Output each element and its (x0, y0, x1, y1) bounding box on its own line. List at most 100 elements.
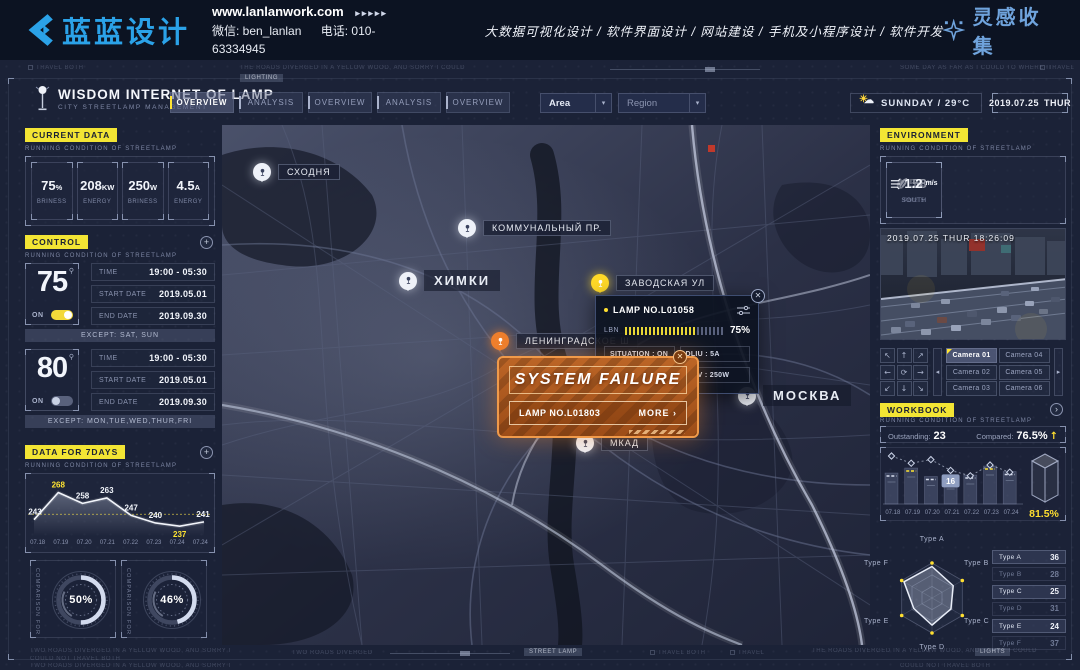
corner-mark (31, 162, 37, 168)
area-dropdown[interactable]: Area ▾ (540, 93, 612, 113)
camera-03-button[interactable]: Camera 03 (946, 381, 997, 396)
map-marker-skhodnya[interactable]: СХОДНЯ (253, 163, 340, 181)
corner-mark (880, 426, 886, 432)
environment-subtitle: RUNNING CONDITION OF STREETLAMP (880, 146, 1032, 152)
lamp-id: LAMP NO.L01058 (613, 305, 737, 315)
camera-05-button[interactable]: Camera 05 (999, 365, 1050, 380)
radar-legend: Type A36 Type B28 Type C25 Type D31 Type… (992, 550, 1066, 654)
site-header: 蓝蓝设计 www.lanlanwork.com ▸▸▸▸▸ 微信: ben_la… (0, 0, 1080, 60)
map-marker-kommunalny[interactable]: КОММУНАЛЬНЫЙ ПР. (458, 219, 611, 237)
x-axis-label: 07.18 (26, 540, 49, 546)
camera-06-button[interactable]: Camera 06 (999, 381, 1050, 396)
brightness-bar[interactable] (625, 327, 724, 335)
camera-04-button[interactable]: Camera 04 (999, 348, 1050, 363)
tab-analysis-2[interactable]: ANALYSIS (377, 92, 441, 113)
data7days-add-button[interactable]: + (200, 446, 213, 459)
pan-down-right-button[interactable]: ↘ (913, 381, 928, 396)
streetlamp-pin-icon[interactable] (253, 163, 271, 181)
region-dropdown[interactable]: Region ▾ (618, 93, 706, 113)
pan-up-left-button[interactable]: ↖ (880, 348, 895, 363)
stat-unit: KW (102, 183, 115, 192)
camera-01-button[interactable]: Camera 01 (946, 348, 997, 363)
dashboard: TRAVEL BOTH THE ROADS DIVERGED IN A YELL… (0, 60, 1080, 670)
workbook-subtitle: RUNNING CONDITION OF STREETLAMP (880, 418, 1032, 424)
legend-label: Type A (999, 554, 1021, 561)
corner-mark (77, 214, 83, 220)
map-marker-zavodskaya[interactable]: ЗАВОДСКАЯ УЛ (591, 274, 714, 292)
corner-mark (8, 654, 14, 660)
radar-vertex-dot (961, 579, 965, 583)
tab-overview-1[interactable]: OVERVIEW (170, 92, 234, 113)
streetlamp-pin-icon[interactable] (491, 332, 509, 350)
chevron-down-icon[interactable]: ▾ (689, 94, 705, 112)
pan-up-right-button[interactable]: ↗ (913, 348, 928, 363)
control-add-button[interactable]: + (200, 236, 213, 249)
camera-view[interactable]: 2019.07.25 THUR 18:26:09 (880, 228, 1066, 340)
legend-row-type-b[interactable]: Type B28 (992, 567, 1066, 581)
pan-up-button[interactable]: ↑ (897, 348, 912, 363)
pan-right-button[interactable]: → (913, 365, 928, 380)
tab-overview-3[interactable]: OVERVIEW (446, 92, 510, 113)
chevron-down-icon[interactable]: ▾ (595, 94, 611, 112)
env-label: SOUTH (901, 197, 926, 204)
data-point-label: 240 (149, 511, 163, 520)
brand-name: 蓝蓝设计 (62, 9, 190, 51)
website-url[interactable]: www.lanlanwork.com (212, 4, 344, 19)
legend-row-type-e[interactable]: Type E24 (992, 619, 1066, 633)
map-marker-khimki[interactable]: ХИМКИ (399, 270, 500, 291)
compared-value: 76.5% (1016, 430, 1047, 442)
region-dropdown-value: Region (619, 98, 689, 109)
radar-vertex-dot (900, 614, 904, 618)
lamp-toggle-off[interactable] (51, 396, 73, 406)
tab-analysis-1[interactable]: ANALYSIS (239, 92, 303, 113)
camera-next-button[interactable]: ▸ (1054, 348, 1063, 396)
close-icon[interactable]: ✕ (673, 350, 687, 364)
camera-prev-button[interactable]: ◂ (933, 348, 942, 396)
lamp-toggle-on[interactable] (51, 310, 73, 320)
stat-label: BRINESS (128, 199, 158, 205)
x-axis-label: 07.21 (96, 540, 119, 546)
workbook-expand-button[interactable]: › (1050, 403, 1063, 416)
current-data-subtitle: RUNNING CONDITION OF STREETLAMP (25, 146, 177, 152)
tab-tick (446, 96, 448, 109)
x-axis-label: 07.19 (49, 540, 72, 546)
legend-row-type-d[interactable]: Type D31 (992, 602, 1066, 616)
sliders-icon[interactable] (737, 306, 750, 315)
streetlamp-pin-icon[interactable] (399, 272, 417, 290)
row-value: 2019.09.30 (159, 397, 207, 407)
star-burst-icon (943, 19, 964, 41)
x-axis-label: 07.24 (189, 540, 212, 546)
camera-02-button[interactable]: Camera 02 (946, 365, 997, 380)
pan-down-left-button[interactable]: ↙ (880, 381, 895, 396)
date-widget: 2019.07.25 THUR (992, 93, 1068, 113)
row-label: START DATE (99, 291, 146, 298)
decor-text: TRAVEL BOTH (28, 65, 84, 71)
data-point-label: 243 (28, 508, 42, 517)
more-button[interactable]: MORE › (639, 408, 678, 418)
tab-bar: OVERVIEW ANALYSIS OVERVIEW ANALYSIS OVER… (170, 92, 510, 113)
corner-mark (73, 319, 79, 325)
decor-text: TWO ROADS DIVERGED IN A YELLOW WOOD, AND… (30, 648, 231, 654)
radar-axis-label: Type C (964, 618, 989, 625)
legend-row-type-c[interactable]: Type C25 (992, 585, 1066, 599)
data-point-label: 241 (196, 510, 210, 519)
corner-mark (1060, 426, 1066, 432)
stat-label: ENERGY (83, 199, 111, 205)
website-link[interactable]: www.lanlanwork.com ▸▸▸▸▸ (212, 2, 439, 22)
pan-down-button[interactable]: ↓ (897, 381, 912, 396)
close-icon[interactable]: ✕ (751, 289, 765, 303)
workbook-x-axis: 07.1807.1907.2007.2107.2207.2307.24 (883, 510, 1021, 516)
trend-marker (947, 467, 953, 473)
row-label: END DATE (99, 399, 138, 406)
streetlamp-pin-icon[interactable] (458, 219, 476, 237)
streetlamp-pin-icon[interactable] (591, 274, 609, 292)
reset-view-button[interactable]: ⟳ (897, 365, 912, 380)
tab-label: OVERVIEW (315, 98, 366, 107)
legend-row-type-a[interactable]: Type A36 (992, 550, 1066, 564)
outstanding-label: Outstanding: (888, 432, 931, 441)
pan-left-button[interactable]: ← (880, 365, 895, 380)
legend-label: Type C (999, 588, 1022, 595)
tab-overview-2[interactable]: OVERVIEW (308, 92, 372, 113)
city-map[interactable]: СХОДНЯ КОММУНАЛЬНЫЙ ПР. ХИМКИ ЗАВОДСКАЯ … (222, 125, 870, 645)
inspiration-collect[interactable]: 灵感收集 (943, 1, 1062, 59)
